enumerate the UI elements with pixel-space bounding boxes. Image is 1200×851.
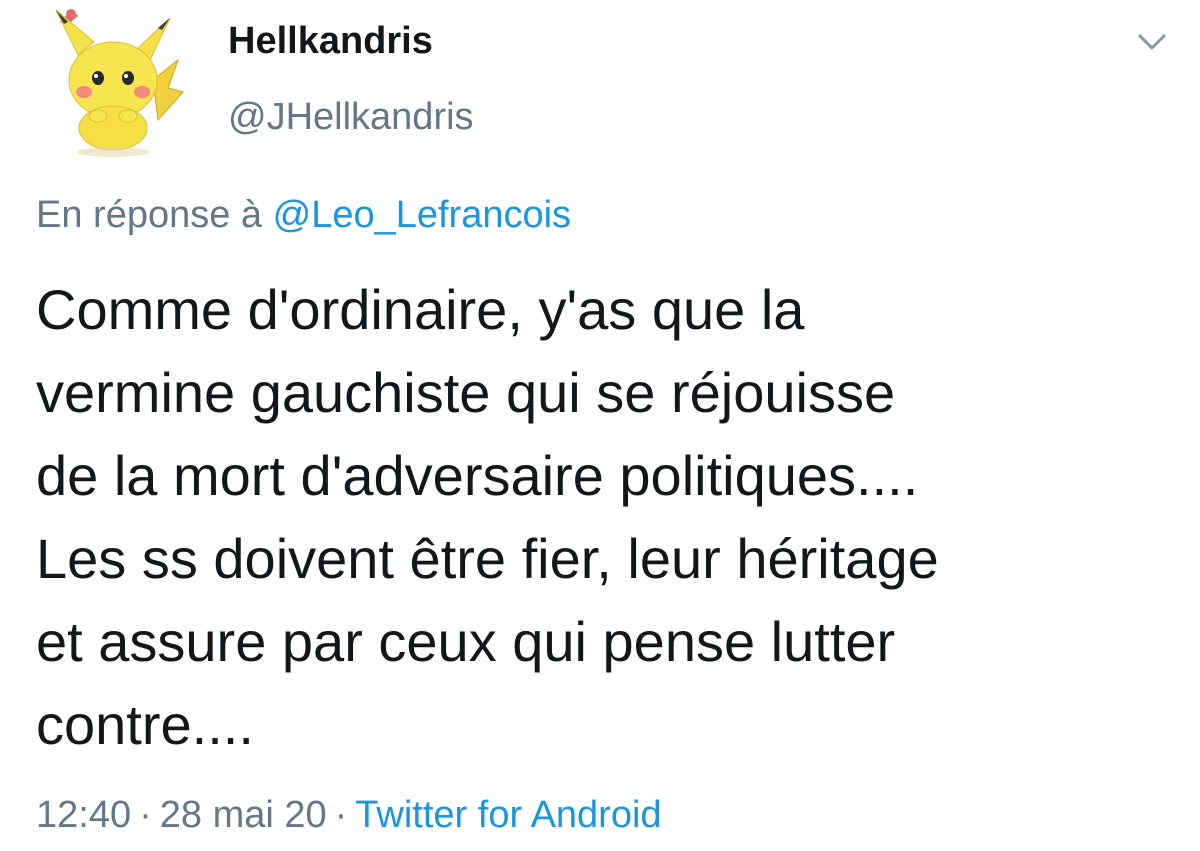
reply-context: En réponse à @Leo_Lefrancois bbox=[36, 194, 571, 237]
author-handle[interactable]: @JHellkandris bbox=[228, 96, 474, 139]
tweet-date[interactable]: 28 mai 20 bbox=[160, 794, 327, 836]
chevron-down-icon[interactable] bbox=[1136, 30, 1168, 54]
tweet-card: Hellkandris @JHellkandris En réponse à @… bbox=[0, 0, 1200, 851]
meta-separator: · bbox=[139, 794, 152, 836]
pikachu-avatar-icon bbox=[55, 9, 184, 157]
meta-separator: · bbox=[334, 794, 348, 836]
tweet-source-link[interactable]: Twitter for Android bbox=[355, 794, 661, 836]
reply-prefix: En réponse à bbox=[36, 194, 263, 236]
reply-mention-link[interactable]: @Leo_Lefrancois bbox=[273, 194, 571, 236]
author-display-name[interactable]: Hellkandris bbox=[228, 20, 433, 63]
tweet-time[interactable]: 12:40 bbox=[36, 794, 131, 836]
tweet-text: Comme d'ordinaire, y'as que la vermine g… bbox=[36, 278, 939, 756]
tweet-meta: 12:40 · 28 mai 20 · Twitter for Android bbox=[36, 794, 662, 837]
avatar[interactable] bbox=[38, 0, 188, 160]
